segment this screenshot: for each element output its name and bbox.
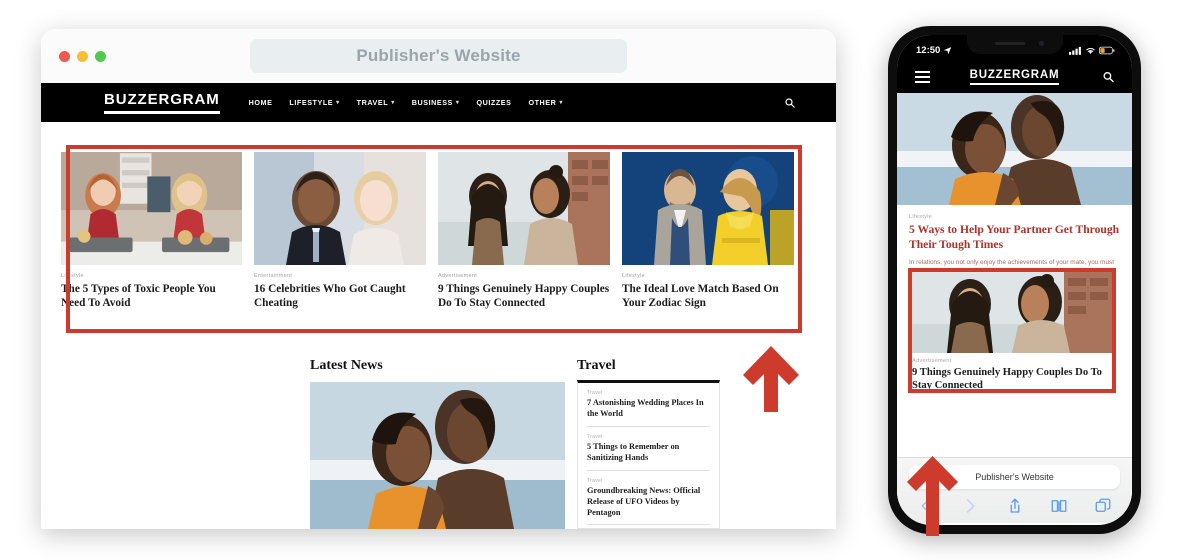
item-category: Travel xyxy=(587,390,710,396)
article-title: The Ideal Love Match Based On Your Zodia… xyxy=(622,282,794,310)
item-category: Travel xyxy=(587,434,710,440)
nav-item-business[interactable]: BUSINESS ▾ xyxy=(412,98,460,107)
address-bar-text: Publisher's Website xyxy=(356,46,520,66)
article-card[interactable]: Advertisement 9 Things Genuinely Happy C… xyxy=(438,152,610,310)
maximize-button[interactable] xyxy=(95,51,106,62)
logo-underline xyxy=(970,83,1060,85)
battery-low-icon xyxy=(1099,46,1115,55)
tabs-icon[interactable] xyxy=(1094,497,1112,515)
nav-item-home[interactable]: HOME xyxy=(249,98,273,107)
article-category: Lifestyle xyxy=(909,214,1120,220)
article-thumbnail xyxy=(254,152,426,265)
chevron-down-icon: ▾ xyxy=(456,99,460,106)
phone-mockup: 12:50 xyxy=(888,26,1141,534)
phone-logo-text: BUZZERGRAM xyxy=(970,69,1060,81)
nav-label: LIFESTYLE xyxy=(289,98,333,107)
nav-label: QUIZZES xyxy=(476,98,511,107)
latest-news-image[interactable] xyxy=(310,382,565,529)
list-item[interactable]: Travel Groundbreaking News: Official Rel… xyxy=(578,471,719,519)
phone-site-navbar: BUZZERGRAM xyxy=(897,61,1132,93)
item-title: 7 Astonishing Wedding Places In the Worl… xyxy=(587,398,710,420)
travel-section: Travel xyxy=(577,358,616,374)
main-menu: HOME LIFESTYLE ▾ TRAVEL ▾ BUSINESS ▾ QUI… xyxy=(249,98,563,107)
article-card[interactable]: Lifestyle The Ideal Love Match Based On … xyxy=(622,152,794,310)
nav-label: BUSINESS xyxy=(412,98,453,107)
phone-hero-image xyxy=(897,93,1132,205)
article-thumbnail xyxy=(622,152,794,265)
search-icon[interactable] xyxy=(1102,71,1115,84)
list-item[interactable]: Travel 5 Things to Remember on Sanitizin… xyxy=(578,427,719,464)
travel-list-panel: Travel 7 Astonishing Wedding Places In t… xyxy=(577,380,720,529)
site-logo[interactable]: BUZZERGRAM xyxy=(104,91,220,114)
chevron-down-icon: ▾ xyxy=(391,99,395,106)
item-title: 5 Things to Remember on Sanitizing Hands xyxy=(587,442,710,464)
minimize-button[interactable] xyxy=(77,51,88,62)
nav-label: HOME xyxy=(249,98,273,107)
front-camera xyxy=(1039,41,1044,46)
phone-article[interactable]: Lifestyle 5 Ways to Help Your Partner Ge… xyxy=(897,205,1132,277)
window-controls[interactable] xyxy=(59,51,106,62)
list-item[interactable]: Travel xyxy=(578,525,719,529)
site-navbar: BUZZERGRAM HOME LIFESTYLE ▾ TRAVEL ▾ BUS… xyxy=(41,83,836,122)
nav-item-quizzes[interactable]: QUIZZES xyxy=(476,98,511,107)
article-title: 16 Celebrities Who Got Caught Cheating xyxy=(254,282,426,310)
nav-label: OTHER xyxy=(528,98,556,107)
article-category: Advertisement xyxy=(438,273,610,279)
search-icon[interactable] xyxy=(784,97,796,109)
article-category: Lifestyle xyxy=(61,273,242,279)
article-card[interactable]: Entertainment 16 Celebrities Who Got Cau… xyxy=(254,152,426,310)
up-arrow-icon xyxy=(904,452,961,538)
chevron-down-icon: ▾ xyxy=(559,99,563,106)
address-bar[interactable]: Publisher's Website xyxy=(250,39,627,73)
chevron-down-icon: ▾ xyxy=(336,99,340,106)
latest-news-section: Latest News xyxy=(310,358,383,374)
site-logo-text: BUZZERGRAM xyxy=(104,91,220,108)
nav-item-lifestyle[interactable]: LIFESTYLE ▾ xyxy=(289,98,339,107)
nav-item-other[interactable]: OTHER ▾ xyxy=(528,98,562,107)
featured-cards-row: Lifestyle The 5 Types of Toxic People Yo… xyxy=(70,152,800,310)
nav-item-travel[interactable]: TRAVEL ▾ xyxy=(357,98,395,107)
hamburger-menu-icon[interactable] xyxy=(915,68,930,86)
share-icon[interactable] xyxy=(1006,497,1024,515)
article-title: The 5 Types of Toxic People You Need To … xyxy=(61,282,242,310)
list-item[interactable]: Travel 7 Astonishing Wedding Places In t… xyxy=(578,383,719,420)
nav-label: TRAVEL xyxy=(357,98,389,107)
section-heading: Latest News xyxy=(310,358,383,374)
ad-category: Advertisement xyxy=(912,358,1112,364)
status-left: 12:50 xyxy=(916,45,952,56)
article-title: 9 Things Genuinely Happy Couples Do To S… xyxy=(438,282,610,310)
earpiece-speaker xyxy=(995,42,1025,45)
section-heading: Travel xyxy=(577,358,616,374)
status-time: 12:50 xyxy=(916,45,940,56)
desktop-browser-window: Publisher's Website BUZZERGRAM HOME LIFE… xyxy=(41,29,836,529)
article-thumbnail xyxy=(438,152,610,265)
bookmarks-icon[interactable] xyxy=(1050,497,1068,515)
article-card[interactable]: Lifestyle The 5 Types of Toxic People Yo… xyxy=(61,152,242,310)
ad-thumbnail xyxy=(912,272,1112,353)
article-title: 5 Ways to Help Your Partner Get Through … xyxy=(909,223,1120,252)
wifi-icon xyxy=(1085,46,1096,55)
screenshot-stage: Publisher's Website BUZZERGRAM HOME LIFE… xyxy=(0,0,1180,560)
item-title: Groundbreaking News: Official Release of… xyxy=(587,486,710,519)
article-category: Lifestyle xyxy=(622,273,794,279)
cellular-signal-icon xyxy=(1069,46,1082,55)
item-category: Travel xyxy=(587,478,710,484)
close-button[interactable] xyxy=(59,51,70,62)
up-arrow-icon xyxy=(740,342,802,414)
article-category: Entertainment xyxy=(254,273,426,279)
article-thumbnail xyxy=(61,152,242,265)
browser-chrome: Publisher's Website xyxy=(41,29,836,83)
forward-chevron-icon[interactable] xyxy=(961,497,979,515)
page-content: Lifestyle The 5 Types of Toxic People Yo… xyxy=(41,122,836,529)
safari-address-text: Publisher's Website xyxy=(975,472,1054,482)
location-arrow-icon xyxy=(943,46,952,55)
logo-underline xyxy=(104,111,220,114)
status-right xyxy=(1069,46,1115,55)
phone-site-logo[interactable]: BUZZERGRAM xyxy=(970,69,1060,85)
ad-title: 9 Things Genuinely Happy Couples Do To S… xyxy=(912,366,1112,392)
phone-ad-unit[interactable]: Advertisement 9 Things Genuinely Happy C… xyxy=(912,272,1112,392)
phone-notch xyxy=(967,35,1063,54)
